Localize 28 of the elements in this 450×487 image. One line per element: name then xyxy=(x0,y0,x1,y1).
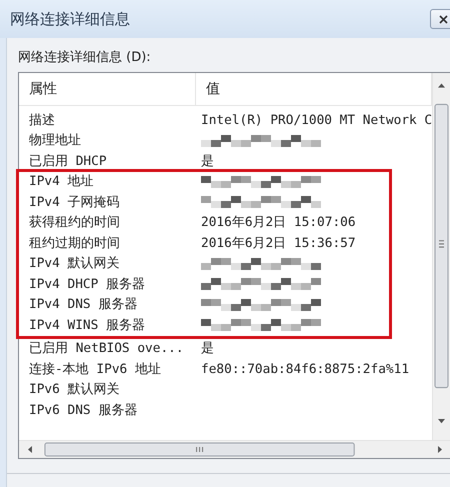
value-cell-text: fe80::70ab:84f6:8875:2fa%11 xyxy=(201,362,410,377)
property-cell-text: 物理地址 xyxy=(29,132,82,150)
vertical-scrollbar[interactable] xyxy=(432,73,450,440)
property-cell-text: IPv4 默认网关 xyxy=(29,255,121,272)
value-cell-text: 是 xyxy=(201,152,215,170)
list-label: 网络连接详细信息 (D): xyxy=(18,49,152,66)
property-cell-text: IPv4 DHCP 服务器 xyxy=(29,276,146,293)
property-cell-text: IPv4 DNS 服务器 xyxy=(29,296,138,314)
value-cell-text: 2016年6月2日 15:07:06 xyxy=(201,214,357,232)
property-cell-text: IPv6 DNS 服务器 xyxy=(29,402,138,419)
property-cell-text: IPv4 地址 xyxy=(29,173,95,190)
property-cell-text: IPv4 子网掩码 xyxy=(29,194,121,211)
window-title: 网络连接详细信息 xyxy=(10,10,130,28)
horizontal-scrollbar[interactable] xyxy=(19,440,450,458)
value-cell-text: 是 xyxy=(201,340,215,358)
property-cell-text: IPv6 默认网关 xyxy=(29,381,121,398)
property-cell-text: 已启用 DHCP xyxy=(29,152,108,170)
property-cell-text: 连接-本地 IPv6 地址 xyxy=(29,360,162,378)
close-button[interactable] xyxy=(430,9,450,29)
close-icon xyxy=(438,14,448,24)
property-cell-text: IPv4 WINS 服务器 xyxy=(29,316,146,334)
value-cell-text: 2016年6月2日 15:36:57 xyxy=(201,234,357,252)
property-cell-text: 描述 xyxy=(29,112,56,129)
property-cell-text: 租约过期的时间 xyxy=(29,234,121,252)
value-cell: Intel(R) PRO/1000 MT Network C xyxy=(201,112,432,128)
column-header[interactable]: 属性 xyxy=(19,73,196,105)
property-cell-text: 已启用 NetBIOS ove... xyxy=(29,340,185,358)
property-cell-text: 获得租约的时间 xyxy=(29,214,121,232)
